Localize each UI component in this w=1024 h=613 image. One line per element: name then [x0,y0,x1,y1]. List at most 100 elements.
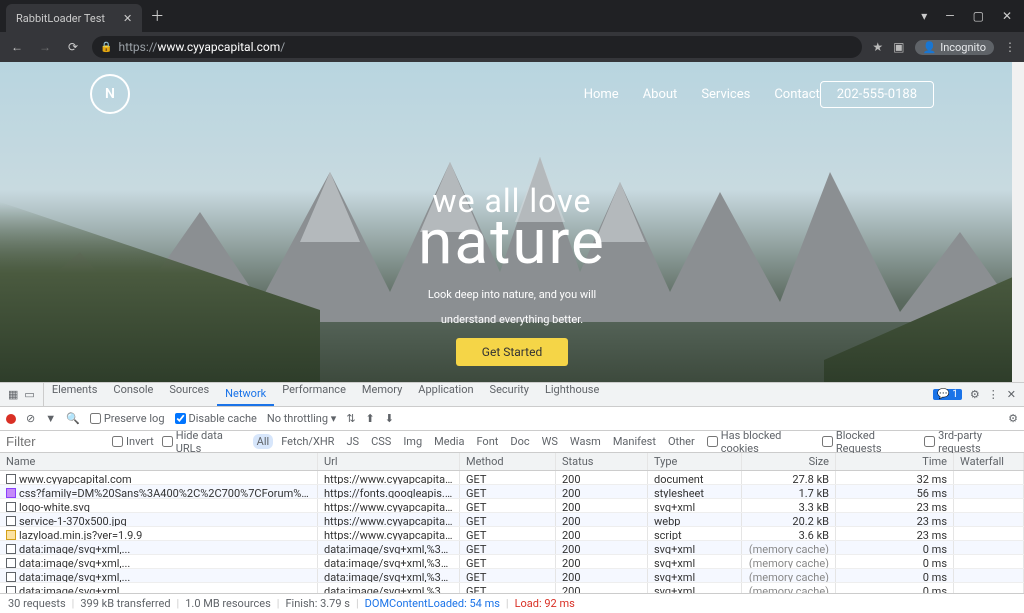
devtools-tab-elements[interactable]: Elements [44,383,106,406]
col-status[interactable]: Status [556,453,648,470]
col-type[interactable]: Type [648,453,742,470]
filter-type-js[interactable]: JS [342,434,363,449]
network-toolbar: ⊘ ▼ 🔍 Preserve log Disable cache No thro… [0,407,1024,431]
request-row[interactable]: www.cyyapcapital.comhttps://www.cyyapcap… [0,471,1024,485]
filter-icon[interactable]: ▼ [45,412,56,425]
request-row[interactable]: logo-white.svghttps://www.cyyapcapital.c… [0,499,1024,513]
col-url[interactable]: Url [318,453,460,470]
devtools-tab-lighthouse[interactable]: Lighthouse [537,383,607,406]
request-row[interactable]: data:image/svg+xml,...data:image/svg+xml… [0,569,1024,583]
browser-tab[interactable]: RabbitLoader Test ✕ [6,4,142,32]
lock-icon: 🔒 [100,42,112,53]
filter-type-media[interactable]: Media [430,434,468,449]
close-window-icon[interactable]: ✕ [1002,9,1012,23]
new-tab-button[interactable]: ＋ [150,6,164,26]
devtools-panel: ▦ ▭ ElementsConsoleSourcesNetworkPerform… [0,382,1024,613]
reload-icon[interactable]: ⟳ [64,40,82,54]
devtools-close-icon[interactable]: ✕ [1007,388,1016,401]
filter-input[interactable] [4,432,104,451]
disable-cache-checkbox[interactable]: Disable cache [175,412,257,425]
devtools-tab-performance[interactable]: Performance [274,383,354,406]
wifi-icon[interactable]: ⇅ [346,412,355,425]
site-logo[interactable]: N [90,74,130,114]
devtools-tab-application[interactable]: Application [410,383,481,406]
address-bar[interactable]: 🔒 https://www.cyyapcapital.com/ [92,36,862,58]
gear-icon[interactable]: ⚙ [970,388,980,401]
devtools-tab-network[interactable]: Network [217,383,274,406]
back-icon[interactable]: ← [8,40,26,54]
filter-type-wasm[interactable]: Wasm [566,434,605,449]
issue-badge[interactable]: 💬 1 [933,389,962,400]
col-name[interactable]: Name [0,453,318,470]
grid-header: Name Url Method Status Type Size Time Wa… [0,453,1024,471]
col-method[interactable]: Method [460,453,556,470]
filter-type-other[interactable]: Other [664,434,699,449]
devtools-tab-console[interactable]: Console [105,383,161,406]
request-row[interactable]: data:image/svg+xml,...data:image/svg+xml… [0,583,1024,593]
nav-link-contact[interactable]: Contact [774,87,819,102]
third-party-checkbox[interactable]: 3rd-party requests [924,429,1020,455]
hide-data-urls-checkbox[interactable]: Hide data URLs [162,429,245,455]
preserve-log-checkbox[interactable]: Preserve log [90,412,165,425]
cta-button[interactable]: Get Started [456,338,568,366]
has-blocked-cookies-checkbox[interactable]: Has blocked cookies [707,429,814,455]
devtools-tab-security[interactable]: Security [482,383,537,406]
filter-type-css[interactable]: CSS [367,434,395,449]
filter-type-font[interactable]: Font [472,434,502,449]
request-row[interactable]: data:image/svg+xml,...data:image/svg+xml… [0,541,1024,555]
incognito-badge[interactable]: 👤 Incognito [915,40,995,55]
search-icon[interactable]: 🔍 [66,412,80,425]
blocked-requests-checkbox[interactable]: Blocked Requests [822,429,916,455]
device-toggle-icon[interactable]: ▭ [24,388,34,401]
hero-sub2: understand everything better. [0,312,1024,329]
request-row[interactable]: lazyload.min.js?ver=1.9.9https://www.cyy… [0,527,1024,541]
extensions-icon[interactable]: ▣ [893,40,904,54]
browser-toolbar: ← → ⟳ 🔒 https://www.cyyapcapital.com/ ★ … [0,32,1024,62]
inspect-icon[interactable]: ▦ [8,388,18,401]
devtools-tab-memory[interactable]: Memory [354,383,410,406]
request-row[interactable]: service-1-370x500.jpghttps://www.cyyapca… [0,513,1024,527]
incognito-icon: 👤 [923,41,937,54]
bookmark-icon[interactable]: ★ [872,40,883,54]
filter-type-all[interactable]: All [253,434,274,449]
throttling-select[interactable]: No throttling ▾ [267,412,336,425]
url-protocol: https:// [118,40,157,54]
col-size[interactable]: Size [742,453,836,470]
network-settings-icon[interactable]: ⚙ [1008,412,1018,425]
minimize-icon[interactable]: — [945,9,954,23]
clear-icon[interactable]: ⊘ [26,412,35,425]
filter-type-manifest[interactable]: Manifest [609,434,660,449]
kebab-menu-icon[interactable]: ⋮ [988,388,999,401]
record-icon[interactable] [6,414,16,424]
nav-link-home[interactable]: Home [584,87,619,102]
page-scrollbar[interactable] [1012,62,1024,382]
network-grid: Name Url Method Status Type Size Time Wa… [0,453,1024,593]
invert-checkbox[interactable]: Invert [112,435,154,448]
phone-button[interactable]: 202-555-0188 [820,81,934,108]
request-row[interactable]: css?family=DM%20Sans%3A400%2C%2C700%7CFo… [0,485,1024,499]
nav-link-services[interactable]: Services [701,87,750,102]
forward-icon[interactable]: → [36,40,54,54]
status-resources: 1.0 MB resources [185,597,271,610]
devtools-tab-sources[interactable]: Sources [161,383,217,406]
network-filter-bar: Invert Hide data URLs AllFetch/XHR JS CSS I… [0,431,1024,453]
status-load: Load: 92 ms [515,597,575,610]
status-requests: 30 requests [8,597,66,610]
request-row[interactable]: data:image/svg+xml,...data:image/svg+xml… [0,555,1024,569]
download-icon[interactable]: ⬇ [385,412,394,425]
filter-type-ws[interactable]: WS [538,434,562,449]
chevron-down-icon[interactable]: ▾ [921,9,927,23]
maximize-icon[interactable]: ▢ [973,9,984,23]
filter-type-fetch-xhr[interactable]: Fetch/XHR [277,434,338,449]
col-waterfall[interactable]: Waterfall [954,453,1024,470]
status-transferred: 399 kB transferred [80,597,170,610]
hero-line2: nature [0,206,1024,279]
upload-icon[interactable]: ⬆ [366,412,375,425]
col-time[interactable]: Time [836,453,954,470]
filter-type-img[interactable]: Img [399,434,426,449]
url-host: www.cyyapcapital.com [157,40,280,54]
nav-link-about[interactable]: About [643,87,678,102]
filter-type-doc[interactable]: Doc [506,434,533,449]
tab-close-icon[interactable]: ✕ [123,12,132,25]
kebab-menu-icon[interactable]: ⋮ [1004,40,1016,54]
